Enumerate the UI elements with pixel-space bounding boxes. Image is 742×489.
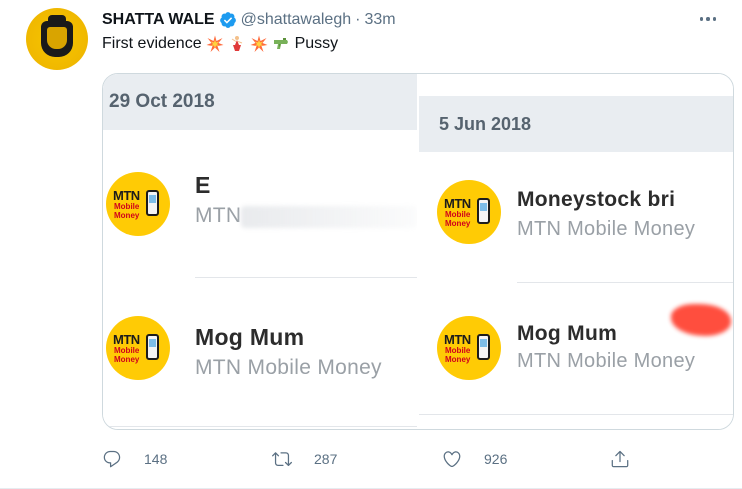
row-divider xyxy=(195,277,417,278)
mtn-mobile-money-logo: MTN Mobile Money xyxy=(106,316,170,380)
date-header: 5 Jun 2018 xyxy=(419,96,733,152)
water-pistol-icon xyxy=(273,38,288,49)
mtn-mobile-money-logo: MTN Mobile Money xyxy=(437,316,501,380)
verified-badge-icon xyxy=(219,12,236,28)
heart-icon xyxy=(443,451,461,468)
mtn-mobile-money-logo: MTN Mobile Money xyxy=(437,180,501,244)
tweet-text-end: Pussy xyxy=(294,35,339,52)
timestamp[interactable]: 33m xyxy=(364,11,395,29)
media-panel-left[interactable]: 29 Oct 2018 MTN Mobile Money E MTN MTN M… xyxy=(103,74,417,429)
transaction-title: Mog Mum xyxy=(517,322,618,345)
handle[interactable]: @shattawalegh xyxy=(241,11,352,29)
collision-emoji-icon-2 xyxy=(250,35,268,52)
tweet-media[interactable]: 29 Oct 2018 MTN Mobile Money E MTN MTN M… xyxy=(102,73,734,430)
retweet-count: 287 xyxy=(314,451,338,467)
tweet-header: SHATTA WALE @shattawalegh · 33m xyxy=(102,9,396,31)
redaction-blur xyxy=(241,206,417,228)
avatar[interactable] xyxy=(26,8,88,70)
transaction-subtitle: MTN Mobile Money xyxy=(517,350,696,372)
media-panel-right[interactable]: 5 Jun 2018 MTN Mobile Money Moneystock b… xyxy=(419,74,733,429)
transaction-title: Mog Mum xyxy=(195,324,305,350)
reply-button[interactable]: 148 xyxy=(102,445,167,473)
transaction-row: MTN Mobile Money Mog Mum MTN Mobile Mone… xyxy=(103,306,417,386)
like-count: 926 xyxy=(484,451,508,467)
more-options-icon[interactable] xyxy=(696,8,720,30)
tweet-actions: 148 287 926 xyxy=(102,445,642,473)
tweet[interactable]: SHATTA WALE @shattawalegh · 33m First ev… xyxy=(0,0,742,489)
separator-dot: · xyxy=(355,11,361,28)
tweet-text: First evidence Pussy xyxy=(102,35,338,53)
date-header: 29 Oct 2018 xyxy=(103,74,417,130)
row-divider xyxy=(517,282,733,283)
transaction-subtitle: MTN xyxy=(195,204,242,227)
reply-count: 148 xyxy=(144,451,168,467)
transaction-title: Moneystock bri xyxy=(517,188,676,211)
mtn-mobile-money-logo: MTN Mobile Money xyxy=(106,172,170,236)
collision-emoji-icon xyxy=(206,35,224,52)
dancer-emoji-icon xyxy=(231,36,242,51)
reply-icon xyxy=(103,450,121,468)
transaction-row: MTN Mobile Money E MTN xyxy=(103,166,417,246)
transaction-subtitle: MTN Mobile Money xyxy=(195,356,382,379)
transaction-row: MTN Mobile Money Moneystock bri MTN Mobi… xyxy=(419,178,733,258)
tweet-text-start: First evidence xyxy=(102,35,202,52)
retweet-icon xyxy=(272,452,292,467)
like-button[interactable]: 926 xyxy=(442,445,507,473)
share-button[interactable] xyxy=(610,445,630,473)
display-name[interactable]: SHATTA WALE xyxy=(102,11,215,29)
transaction-subtitle: MTN Mobile Money xyxy=(517,218,696,240)
transaction-title: E xyxy=(195,172,211,198)
retweet-button[interactable]: 287 xyxy=(272,445,337,473)
share-icon xyxy=(611,450,629,468)
